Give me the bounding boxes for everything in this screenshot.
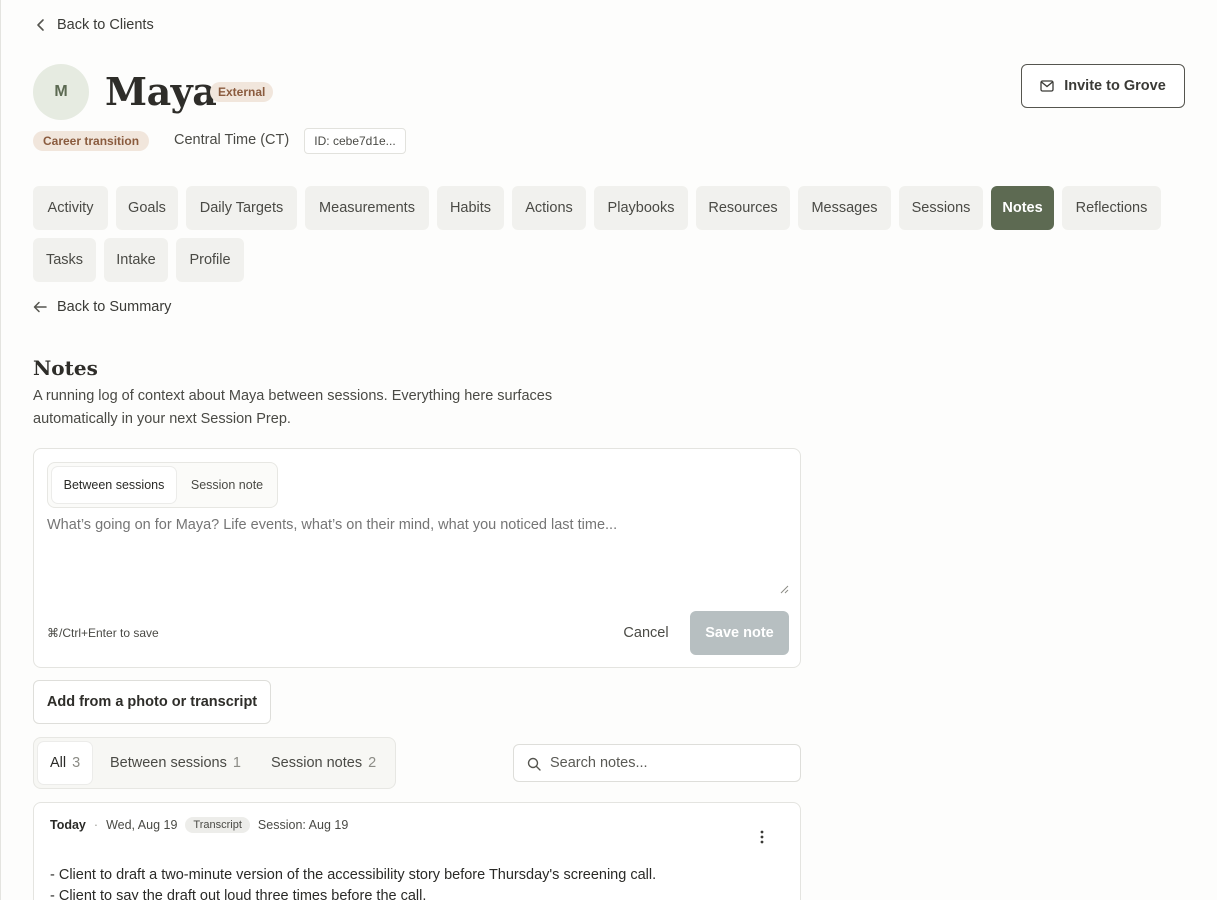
tab-daily-targets[interactable]: Daily Targets bbox=[186, 186, 297, 230]
note-date: Wed, Aug 19 bbox=[106, 818, 178, 832]
note-card: Today · Wed, Aug 19 Transcript Session: … bbox=[33, 802, 801, 900]
save-shortcut-hint: ⌘/Ctrl+Enter to save bbox=[47, 626, 159, 640]
tab-habits[interactable]: Habits bbox=[437, 186, 504, 230]
tab-actions[interactable]: Actions bbox=[512, 186, 586, 230]
client-timezone: Central Time (CT) bbox=[174, 132, 290, 148]
tab-tasks[interactable]: Tasks bbox=[33, 238, 96, 282]
note-meta: Today · Wed, Aug 19 Transcript Session: … bbox=[50, 817, 348, 833]
cancel-button[interactable]: Cancel bbox=[614, 611, 678, 655]
chevron-left-icon bbox=[37, 19, 44, 31]
page-divider bbox=[0, 0, 1, 900]
mode-between-sessions[interactable]: Between sessions bbox=[52, 467, 176, 503]
filter-session-notes[interactable]: Session notes 2 bbox=[259, 742, 388, 784]
note-separator: · bbox=[93, 818, 99, 832]
notes-filter-tabs: All 3 Between sessions 1 Session notes 2 bbox=[33, 737, 396, 789]
tab-playbooks[interactable]: Playbooks bbox=[594, 186, 688, 230]
tab-resources[interactable]: Resources bbox=[696, 186, 790, 230]
note-line: - Client to draft a two-minute version o… bbox=[50, 867, 657, 883]
filter-between-sessions-count: 1 bbox=[232, 755, 241, 771]
resize-handle-icon[interactable] bbox=[779, 584, 789, 594]
arrow-left-icon bbox=[33, 301, 47, 313]
tab-intake[interactable]: Intake bbox=[104, 238, 168, 282]
note-menu-button[interactable] bbox=[752, 827, 772, 847]
note-line: - Client to say the draft out loud three… bbox=[50, 888, 427, 900]
filter-session-notes-count: 2 bbox=[368, 755, 377, 771]
tab-messages[interactable]: Messages bbox=[798, 186, 891, 230]
note-textarea[interactable] bbox=[47, 517, 789, 597]
save-note-button[interactable]: Save note bbox=[690, 611, 789, 655]
filter-all[interactable]: All 3 bbox=[38, 742, 93, 784]
note-day: Today bbox=[50, 818, 86, 832]
filter-between-sessions[interactable]: Between sessions 1 bbox=[98, 742, 253, 784]
back-to-clients-link[interactable]: Back to Clients bbox=[35, 17, 154, 33]
back-to-clients-label: Back to Clients bbox=[57, 17, 154, 33]
filter-session-notes-label: Session notes bbox=[271, 755, 363, 771]
search-notes-box bbox=[513, 744, 801, 782]
back-to-summary-label: Back to Summary bbox=[57, 299, 172, 315]
invite-button-label: Invite to Grove bbox=[1064, 78, 1166, 94]
back-to-summary-link[interactable]: Back to Summary bbox=[33, 299, 171, 315]
tab-sessions[interactable]: Sessions bbox=[899, 186, 983, 230]
note-type-badge: Transcript bbox=[185, 817, 250, 833]
search-notes-input[interactable] bbox=[550, 745, 790, 781]
note-composer: Between sessions Session note ⌘/Ctrl+Ent… bbox=[33, 448, 801, 668]
more-vertical-icon bbox=[760, 830, 764, 844]
notes-heading: Notes bbox=[33, 356, 98, 380]
tab-reflections[interactable]: Reflections bbox=[1062, 186, 1161, 230]
note-body: - Client to draft a two-minute version o… bbox=[50, 865, 656, 900]
tab-notes[interactable]: Notes bbox=[991, 186, 1054, 230]
mail-icon bbox=[1040, 80, 1054, 92]
filter-all-label: All bbox=[50, 755, 67, 771]
client-id-chip[interactable]: ID: cebe7d1e... bbox=[304, 128, 406, 154]
avatar: M bbox=[33, 64, 89, 120]
tab-activity[interactable]: Activity bbox=[33, 186, 108, 230]
filter-between-sessions-label: Between sessions bbox=[110, 755, 227, 771]
tab-measurements[interactable]: Measurements bbox=[305, 186, 429, 230]
tab-goals[interactable]: Goals bbox=[116, 186, 178, 230]
note-session: Session: Aug 19 bbox=[257, 818, 349, 832]
client-tag: Career transition bbox=[33, 131, 150, 151]
notes-description: A running log of context about Maya betw… bbox=[33, 388, 553, 427]
filter-all-count: 3 bbox=[72, 755, 81, 771]
note-mode-toggle: Between sessions Session note bbox=[47, 462, 278, 508]
client-name: Maya bbox=[105, 69, 217, 114]
external-badge: External bbox=[210, 82, 274, 102]
tab-profile[interactable]: Profile bbox=[176, 238, 244, 282]
add-from-photo-button[interactable]: Add from a photo or transcript bbox=[33, 680, 271, 724]
invite-to-grove-button[interactable]: Invite to Grove bbox=[1021, 64, 1185, 108]
search-icon bbox=[527, 757, 541, 771]
mode-session-note[interactable]: Session note bbox=[180, 467, 274, 503]
